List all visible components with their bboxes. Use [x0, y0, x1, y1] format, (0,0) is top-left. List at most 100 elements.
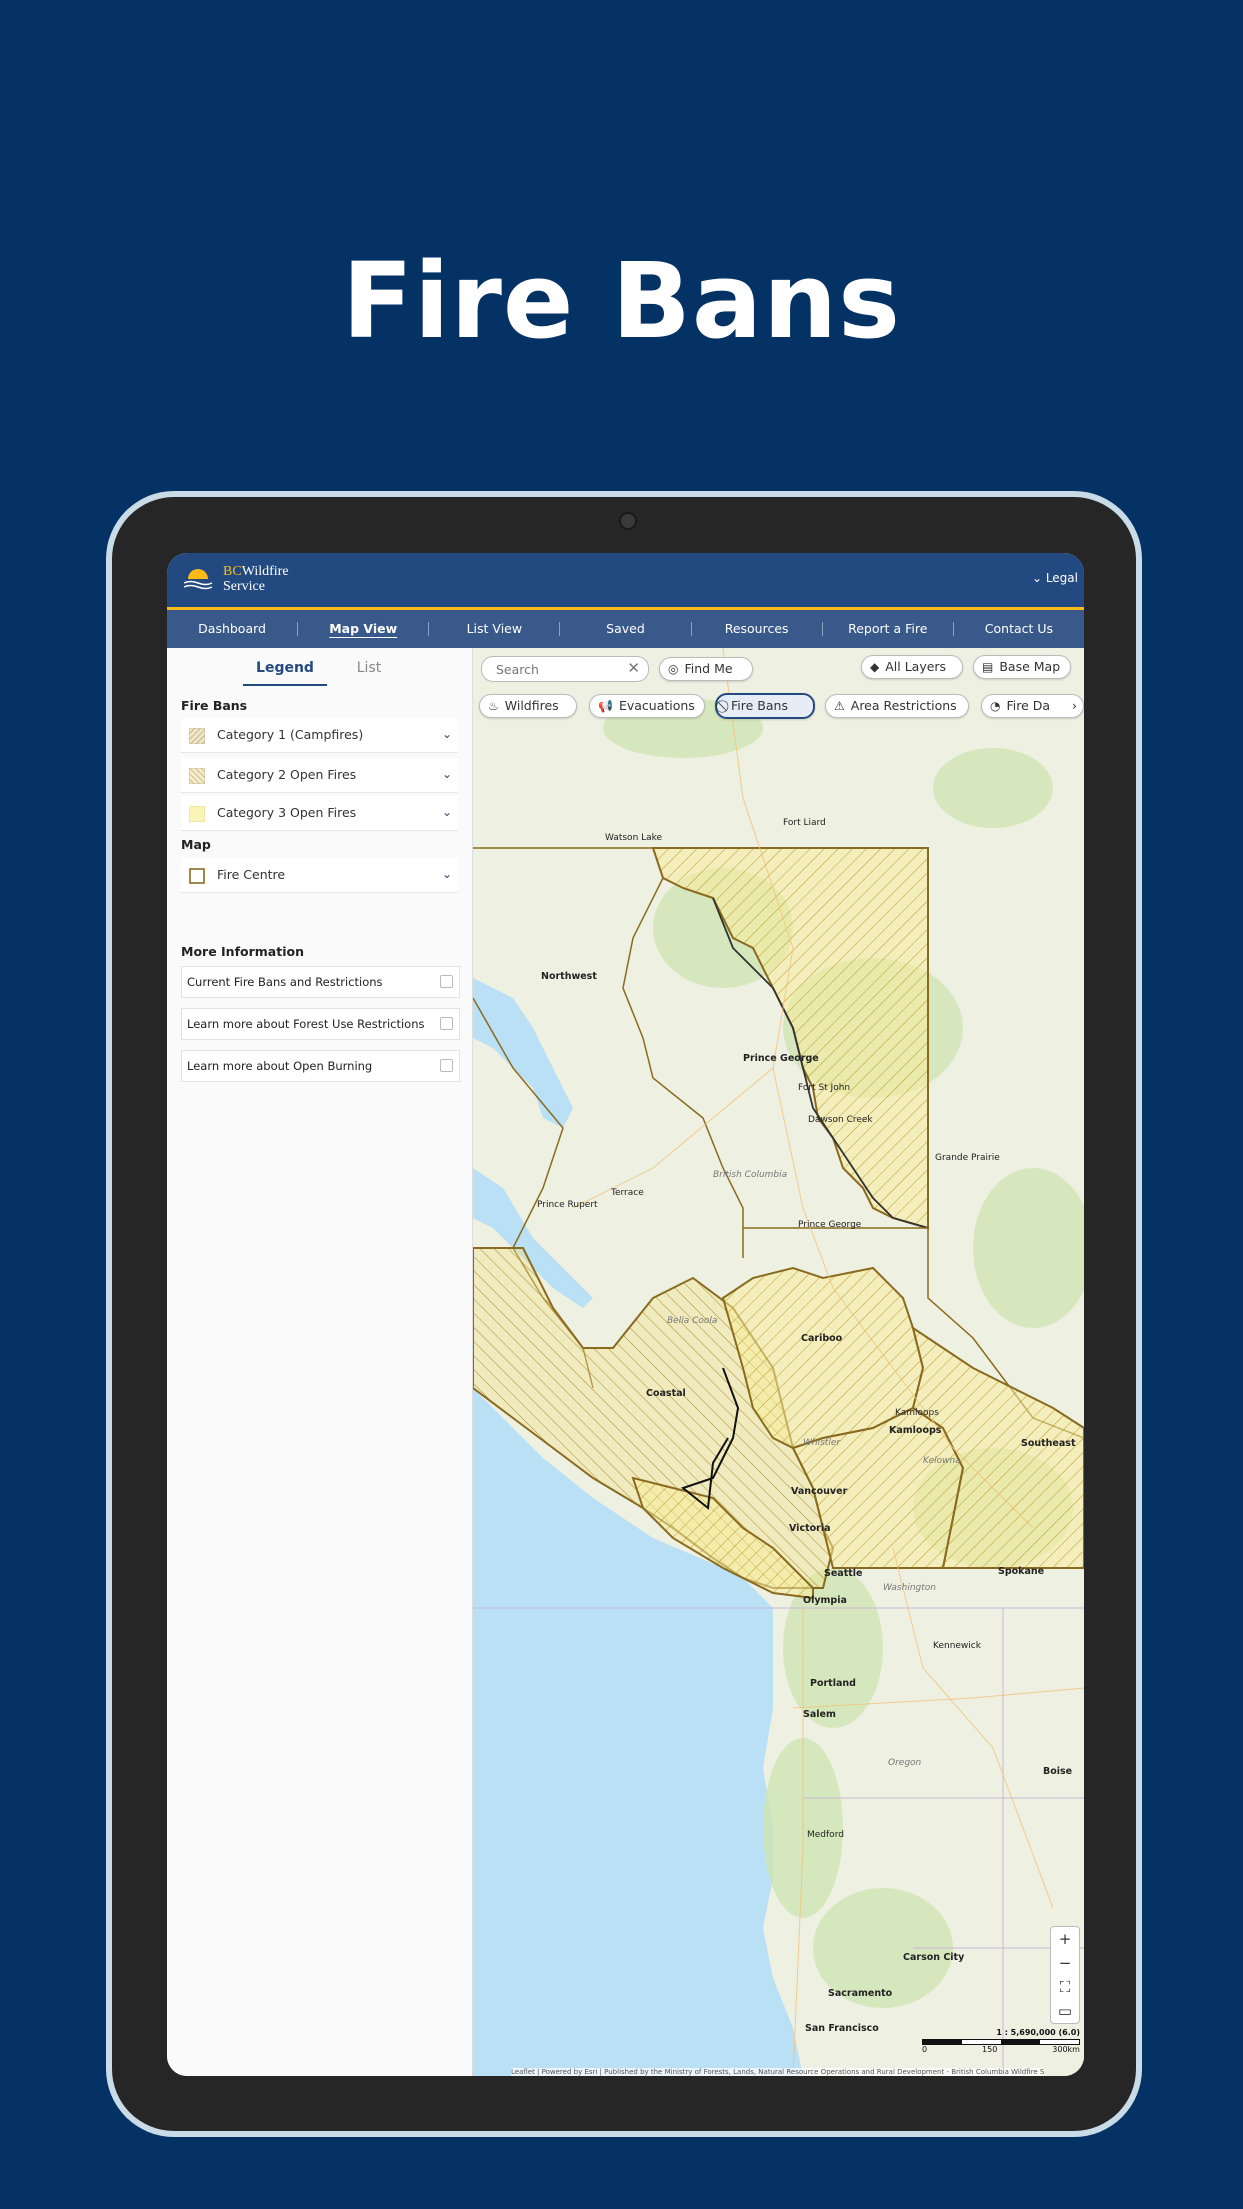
map-label-dawson-creek: Dawson Creek	[808, 1115, 873, 1125]
bc-logo-icon	[183, 569, 213, 593]
chevron-down-icon[interactable]: ⌄	[442, 767, 452, 781]
legal-label: Legal	[1045, 571, 1078, 585]
legal-menu[interactable]: ⌄ Legal	[1032, 571, 1078, 585]
target-icon: ◎	[668, 662, 679, 676]
zoom-out-button[interactable]: −	[1051, 1951, 1079, 1975]
link-forest-use-restrictions[interactable]: Learn more about Forest Use Restrictions	[181, 1008, 460, 1040]
chevron-down-icon[interactable]: ⌄	[442, 805, 452, 819]
chevron-down-icon[interactable]: ⌄	[442, 727, 452, 741]
nav-dashboard[interactable]: Dashboard	[167, 610, 297, 648]
legend-item-category-1[interactable]: Category 1 (Campfires) ⌄	[181, 718, 458, 753]
chip-label: Evacuations	[618, 698, 695, 713]
search-input[interactable]	[494, 661, 618, 678]
map-label-british-columbia: British Columbia	[713, 1170, 788, 1180]
all-layers-button[interactable]: ◆ All Layers	[861, 655, 963, 679]
clear-icon[interactable]: ✕	[627, 659, 640, 677]
scale-text: 1 : 5,690,000 (6.0)	[996, 2028, 1080, 2037]
base-map-label: Base Map	[999, 659, 1061, 674]
map-label-seattle: Seattle	[824, 1568, 863, 1579]
main-nav: Dashboard Map View List View Saved Resou…	[167, 610, 1084, 648]
legend-label: Category 2 Open Fires	[217, 767, 357, 782]
map-label-terrace: Terrace	[611, 1188, 644, 1198]
scale-ticks: 0 150 300km	[922, 2045, 1080, 2054]
nav-contact-us[interactable]: Contact Us	[954, 610, 1084, 648]
map-label-salem: Salem	[803, 1709, 836, 1720]
logo-bc: BC	[223, 564, 242, 579]
nav-list-view[interactable]: List View	[429, 610, 559, 648]
map-label-cariboo: Cariboo	[801, 1333, 843, 1344]
map-label-watson-lake: Watson Lake	[605, 833, 663, 843]
legend-item-category-2[interactable]: Category 2 Open Fires ⌄	[181, 758, 458, 793]
headline: Fire Bans	[341, 240, 902, 362]
camera-icon	[619, 512, 637, 530]
find-me-button[interactable]: ◎ Find Me	[659, 657, 753, 681]
legend-item-fire-centre[interactable]: Fire Centre ⌄	[181, 858, 458, 893]
legend-label: Category 3 Open Fires	[217, 805, 357, 820]
map-label-spokane: Spokane	[998, 1566, 1045, 1577]
map-label-grande-prairie: Grande Prairie	[935, 1153, 1000, 1163]
layer-chip-fire-bans[interactable]: ⃠Fire Bans	[715, 693, 815, 719]
map-label-kennewick: Kennewick	[933, 1641, 981, 1651]
map-label-coastal: Coastal	[646, 1388, 686, 1399]
external-link-icon	[440, 975, 453, 988]
nav-saved[interactable]: Saved	[560, 610, 690, 648]
fullscreen-icon[interactable]: ⛶	[1051, 1975, 1079, 1999]
legend-item-category-3[interactable]: Category 3 Open Fires ⌄	[181, 796, 458, 831]
zoom-in-button[interactable]: +	[1051, 1927, 1079, 1951]
nav-report-fire[interactable]: Report a Fire	[823, 610, 953, 648]
map-label-olympia: Olympia	[803, 1595, 847, 1606]
app-screen: BCWildfire Service ⌄ Legal Dashboard Map…	[167, 553, 1084, 2076]
legend-label: Fire Centre	[217, 867, 286, 882]
fire-bans-title: Fire Bans	[181, 698, 248, 713]
chip-label: Fire Bans	[731, 698, 788, 713]
link-open-burning[interactable]: Learn more about Open Burning	[181, 1050, 460, 1082]
map-label-whistler: Whistler	[803, 1438, 841, 1448]
find-me-label: Find Me	[684, 661, 733, 676]
map-view[interactable]: Northwest Prince George Fort St John Daw…	[473, 648, 1084, 2076]
tab-list[interactable]: List	[327, 654, 411, 686]
logo-wildfire: Wildfire	[241, 564, 289, 579]
chip-label: Fire Da	[1006, 698, 1051, 713]
category-3-swatch	[189, 806, 205, 822]
scale-tick: 150	[982, 2045, 998, 2054]
map-label-medford: Medford	[807, 1830, 844, 1840]
map-label-san-francisco: San Francisco	[805, 2023, 879, 2034]
nav-resources[interactable]: Resources	[692, 610, 822, 648]
map-label-prince-george: Prince George	[743, 1053, 819, 1064]
scale-tick: 0	[922, 2045, 928, 2054]
legend-label: Category 1 (Campfires)	[217, 727, 364, 742]
measure-icon[interactable]: ▭	[1051, 1999, 1079, 2023]
app-header: BCWildfire Service ⌄ Legal	[167, 553, 1084, 610]
link-label: Current Fire Bans and Restrictions	[187, 975, 383, 989]
legend-panel: Legend List Fire Bans Category 1 (Campfi…	[167, 648, 473, 2076]
link-label: Learn more about Open Burning	[187, 1059, 373, 1073]
all-layers-label: All Layers	[885, 659, 947, 674]
warning-icon: ⚠	[834, 699, 845, 713]
chevron-right-icon[interactable]: ›	[1072, 695, 1077, 717]
nav-map-view[interactable]: Map View	[298, 610, 428, 648]
map-label-fort-liard: Fort Liard	[783, 818, 826, 828]
link-current-fire-bans[interactable]: Current Fire Bans and Restrictions	[181, 966, 460, 998]
map-label-prince-george-city: Prince George	[798, 1220, 862, 1230]
map-label-oregon: Oregon	[888, 1758, 922, 1768]
map-canvas[interactable]	[473, 648, 1084, 2076]
category-1-swatch	[189, 728, 205, 744]
tab-legend[interactable]: Legend	[243, 654, 327, 686]
map-label-southeast: Southeast	[1021, 1438, 1076, 1449]
base-map-button[interactable]: ▤ Base Map	[973, 655, 1071, 679]
map-title: Map	[181, 837, 211, 852]
map-label-victoria: Victoria	[789, 1523, 831, 1534]
layers-icon: ◆	[870, 660, 880, 674]
chip-label: Area Restrictions	[850, 698, 957, 713]
layer-chip-fire-danger[interactable]: ◔ Fire Da ›	[981, 694, 1084, 718]
chevron-down-icon[interactable]: ⌄	[442, 867, 452, 881]
layer-chip-area-restrictions[interactable]: ⚠ Area Restrictions	[825, 694, 969, 718]
search-field[interactable]: ✕	[481, 656, 649, 682]
layer-chip-wildfires[interactable]: ♨ Wildfires	[479, 694, 577, 718]
map-label-bella-coola: Bella Coola	[667, 1316, 718, 1326]
link-label: Learn more about Forest Use Restrictions	[187, 1017, 425, 1031]
chip-label: Wildfires	[504, 698, 559, 713]
layer-chip-evacuations[interactable]: 📢 Evacuations	[589, 694, 705, 718]
map-label-kelowna: Kelowna	[923, 1456, 961, 1466]
map-attribution[interactable]: Leaflet | Powered by Esri | Published by…	[511, 2068, 1045, 2076]
